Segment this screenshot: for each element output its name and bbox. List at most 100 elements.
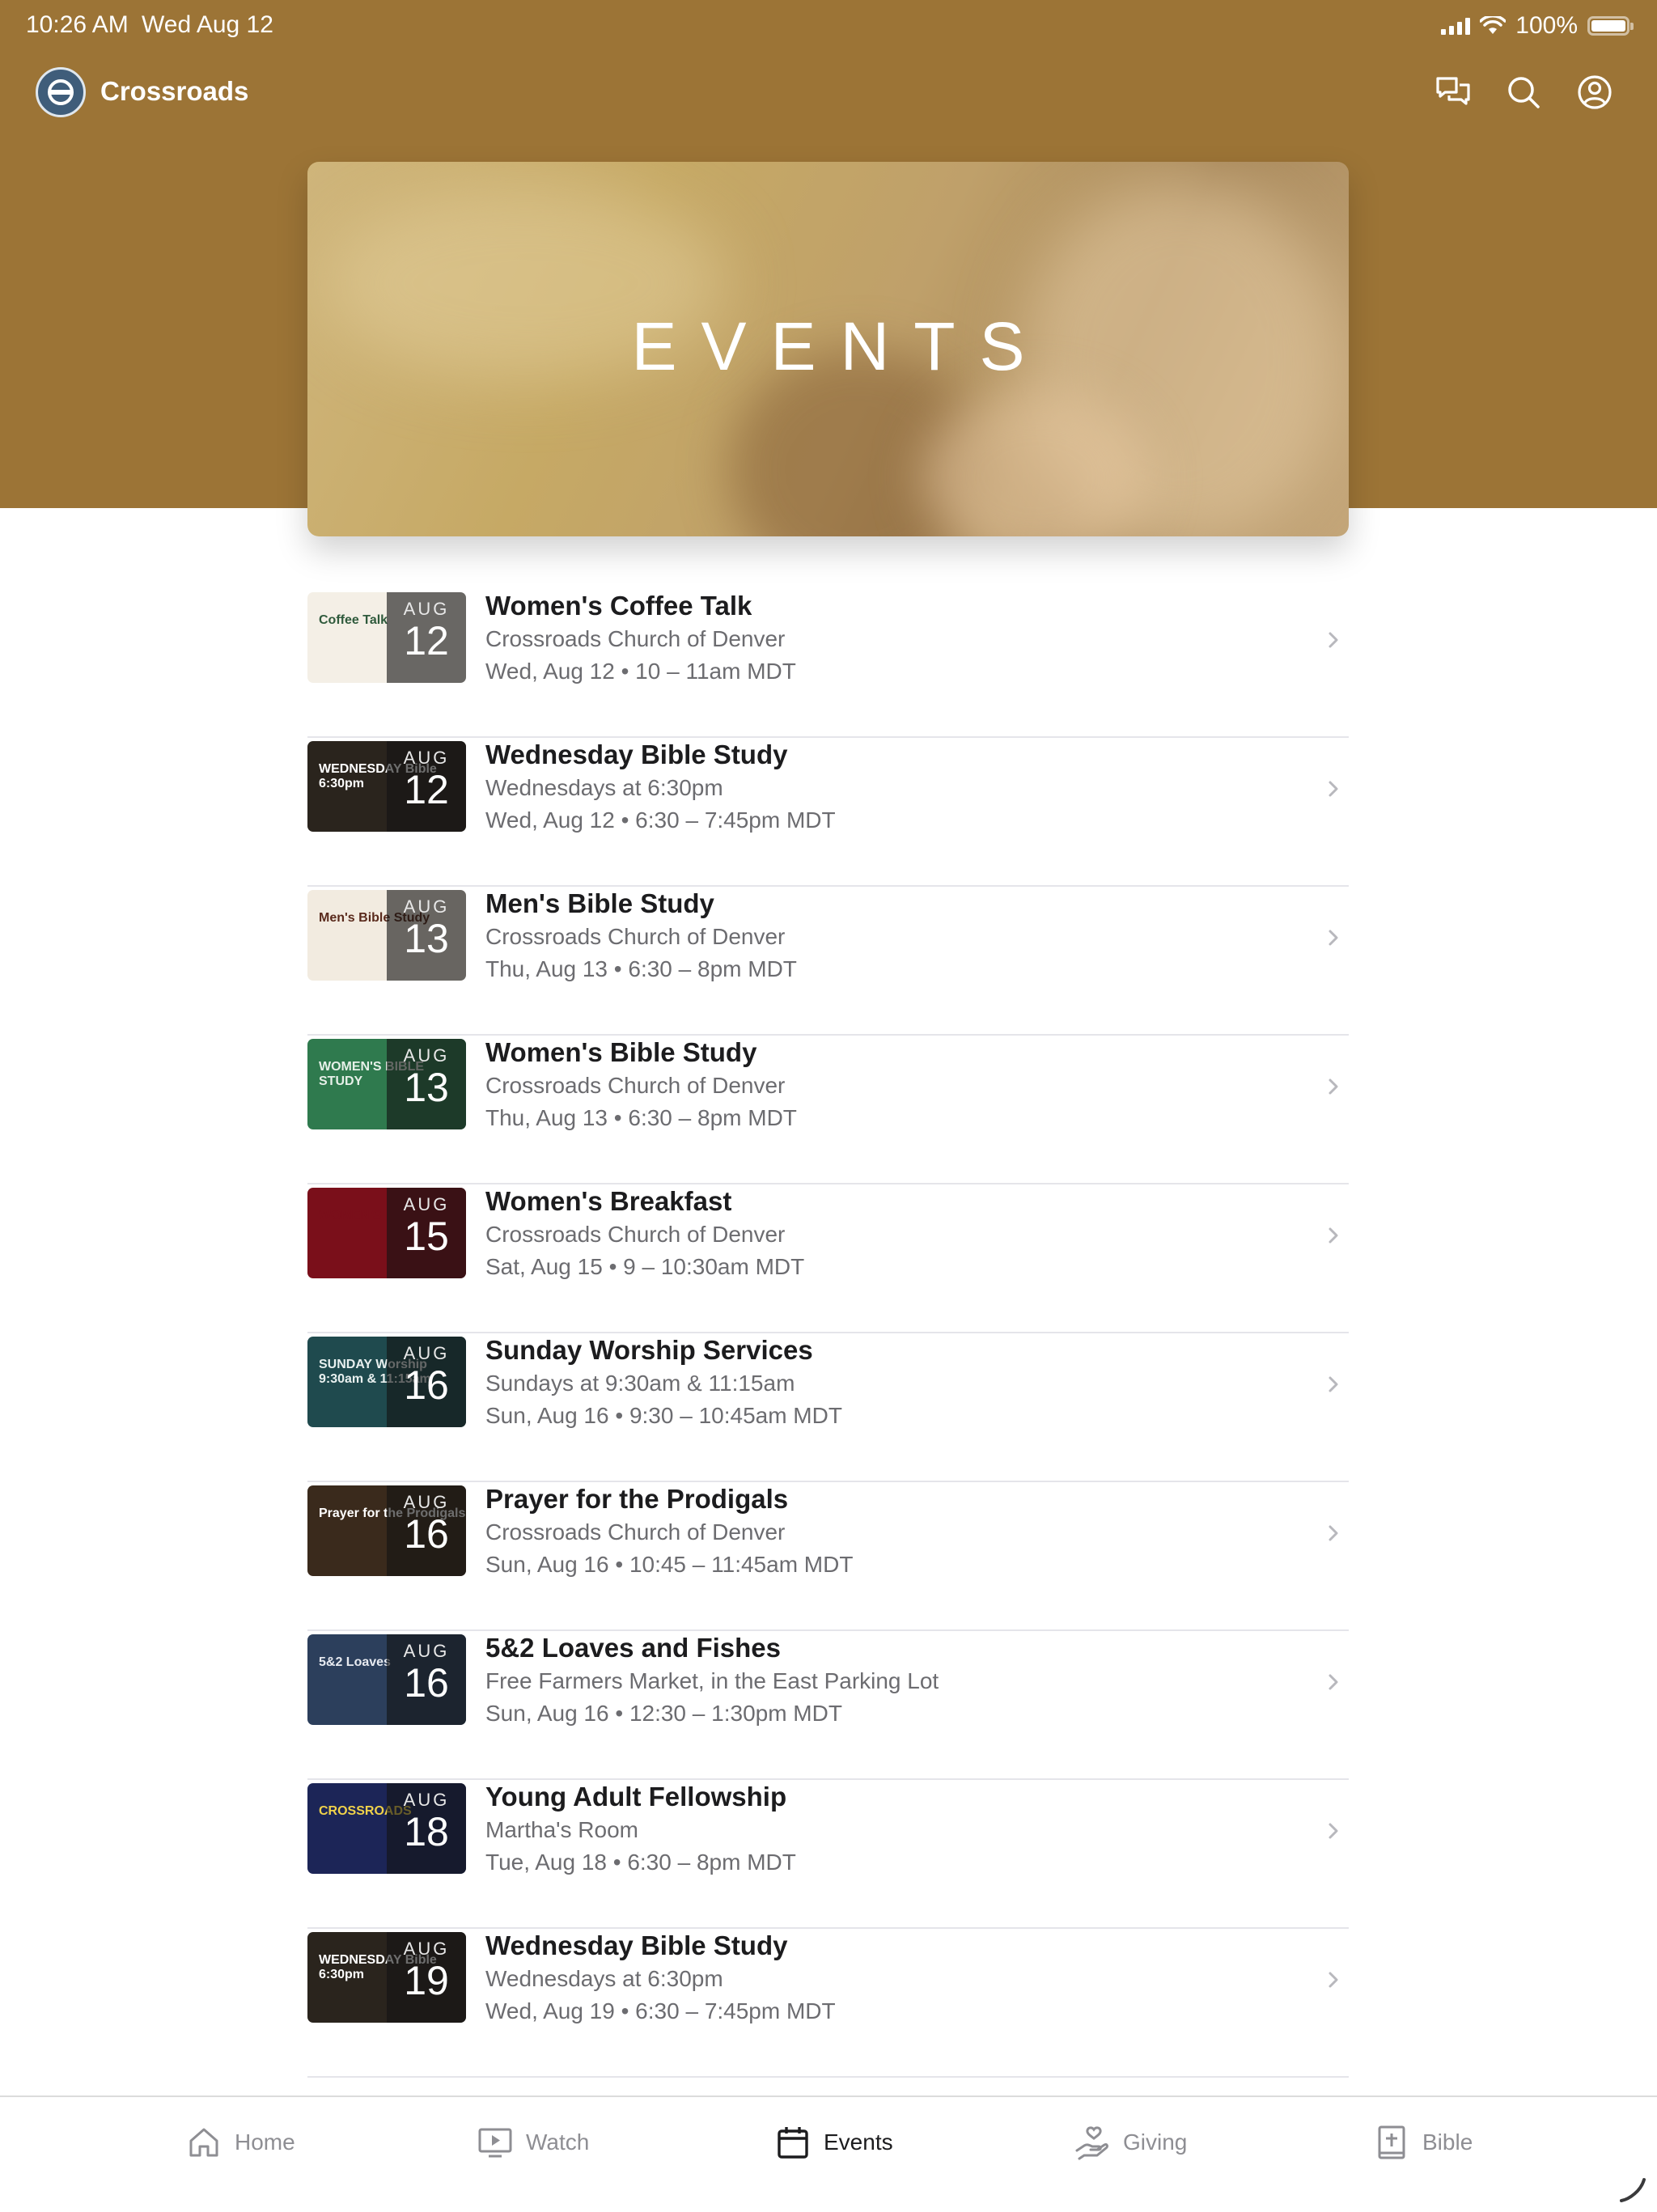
home-icon — [189, 2128, 218, 2157]
date-day: 12 — [404, 767, 449, 812]
top-navigation: Crossroads — [0, 61, 1657, 123]
event-time: Thu, Aug 13 • 6:30 – 8pm MDT — [485, 1105, 797, 1130]
event-thumbnail: Men's Bible Study AUG 13 — [307, 890, 466, 981]
chevron-right-icon — [1329, 1823, 1338, 1839]
date-day: 16 — [404, 1362, 449, 1408]
date-month: AUG — [403, 1194, 450, 1214]
tab-label: Home — [235, 2129, 295, 2155]
event-row[interactable]: WOMEN'S BREAKFAST AUG 15 Women's Breakfa… — [307, 1184, 1349, 1333]
date-badge: AUG 15 — [387, 1188, 466, 1278]
resize-handle-icon — [1620, 2178, 1646, 2202]
chevron-right-icon — [1329, 1078, 1338, 1095]
event-row[interactable]: CROSSROADS AUG 18 Young Adult Fellowship… — [307, 1780, 1349, 1929]
date-badge: AUG 12 — [387, 592, 466, 683]
date-badge: AUG 16 — [387, 1485, 466, 1576]
watch-icon — [478, 2128, 512, 2158]
event-time: Wed, Aug 12 • 10 – 11am MDT — [485, 659, 796, 684]
date-month: AUG — [403, 1492, 450, 1512]
date-badge: AUG 13 — [387, 890, 466, 981]
date-month: AUG — [403, 896, 450, 917]
events-hero-banner: EVENTS — [307, 162, 1349, 536]
date-badge: AUG 16 — [387, 1337, 466, 1427]
event-thumbnail: Coffee Talk AUG 12 — [307, 592, 466, 683]
event-subtitle: Wednesdays at 6:30pm — [485, 775, 723, 800]
event-time: Sun, Aug 16 • 10:45 – 11:45am MDT — [485, 1552, 854, 1577]
thumbnail-text: 5&2 Loaves — [319, 1655, 391, 1669]
tab-bar: Home Watch Events Giving Bible — [0, 2095, 1657, 2212]
tab-label: Events — [824, 2129, 893, 2155]
tab-watch[interactable]: Watch — [477, 2120, 589, 2165]
status-indicators: 100% — [1441, 11, 1634, 40]
date-day: 16 — [404, 1660, 449, 1706]
chevron-right-icon — [1329, 1376, 1338, 1392]
date-month: AUG — [403, 1343, 450, 1363]
event-time: Thu, Aug 13 • 6:30 – 8pm MDT — [485, 956, 797, 981]
event-thumbnail: Prayer for the Prodigals AUG 16 — [307, 1485, 466, 1576]
event-row[interactable]: WEDNESDAY Bible 6:30pm AUG 19 Wednesday … — [307, 1929, 1349, 2078]
event-thumbnail: WEDNESDAY Bible 6:30pm AUG 19 — [307, 1932, 466, 2023]
battery-icon — [1587, 16, 1634, 36]
date-day: 13 — [404, 1065, 449, 1110]
event-thumbnail: CROSSROADS AUG 18 — [307, 1783, 466, 1874]
events-list: Coffee Talk AUG 12 Women's Coffee Talk C… — [307, 589, 1349, 2151]
date-day: 13 — [404, 916, 449, 961]
hero-title: EVENTS — [631, 308, 1049, 384]
event-subtitle: Free Farmers Market, in the East Parking… — [485, 1668, 939, 1693]
tab-giving[interactable]: Giving — [1074, 2120, 1187, 2165]
status-date: Wed Aug 12 — [142, 11, 273, 38]
event-time: Sun, Aug 16 • 12:30 – 1:30pm MDT — [485, 1701, 842, 1726]
date-badge: AUG 18 — [387, 1783, 466, 1874]
date-day: 16 — [404, 1511, 449, 1557]
event-row[interactable]: 5&2 Loaves AUG 16 5&2 Loaves and Fishes … — [307, 1631, 1349, 1780]
event-subtitle: Crossroads Church of Denver — [485, 1073, 786, 1098]
search-icon[interactable] — [1504, 73, 1543, 112]
event-title: Women's Bible Study — [485, 1037, 757, 1067]
event-row[interactable]: WOMEN'S BIBLE STUDY AUG 13 Women's Bible… — [307, 1036, 1349, 1184]
chat-icon[interactable] — [1434, 73, 1473, 112]
event-subtitle: Crossroads Church of Denver — [485, 1222, 786, 1247]
date-badge: AUG 19 — [387, 1932, 466, 2023]
event-title: Women's Coffee Talk — [485, 591, 752, 621]
event-subtitle: Martha's Room — [485, 1817, 638, 1842]
date-month: AUG — [403, 748, 450, 768]
tab-events[interactable]: Events — [775, 2120, 893, 2165]
chevron-right-icon — [1329, 930, 1338, 946]
event-subtitle: Crossroads Church of Denver — [485, 924, 786, 949]
event-title: Prayer for the Prodigals — [485, 1484, 789, 1514]
event-time: Tue, Aug 18 • 6:30 – 8pm MDT — [485, 1850, 796, 1875]
church-logo[interactable] — [36, 67, 86, 117]
chevron-right-icon — [1329, 632, 1338, 648]
event-thumbnail: SUNDAY Worship 9:30am & 11:15am AUG 16 — [307, 1337, 466, 1427]
event-row[interactable]: Men's Bible Study AUG 13 Men's Bible Stu… — [307, 887, 1349, 1036]
date-badge: AUG 13 — [387, 1039, 466, 1129]
event-row[interactable]: SUNDAY Worship 9:30am & 11:15am AUG 16 S… — [307, 1333, 1349, 1482]
event-row[interactable]: WEDNESDAY Bible 6:30pm AUG 12 Wednesday … — [307, 738, 1349, 887]
event-time: Sat, Aug 15 • 9 – 10:30am MDT — [485, 1254, 805, 1279]
giving-icon — [1075, 2126, 1108, 2160]
event-title: 5&2 Loaves and Fishes — [485, 1633, 781, 1663]
tab-home[interactable]: Home — [186, 2120, 295, 2165]
wifi-icon — [1480, 16, 1507, 34]
event-row[interactable]: Prayer for the Prodigals AUG 16 Prayer f… — [307, 1482, 1349, 1631]
event-subtitle: Crossroads Church of Denver — [485, 626, 786, 651]
date-day: 19 — [404, 1958, 449, 2003]
event-thumbnail: WOMEN'S BREAKFAST AUG 15 — [307, 1188, 466, 1278]
date-badge: AUG 16 — [387, 1634, 466, 1725]
date-month: AUG — [403, 1045, 450, 1066]
thumbnail-text: Coffee Talk — [319, 613, 388, 627]
date-badge: AUG 12 — [387, 741, 466, 832]
chevron-right-icon — [1329, 1227, 1338, 1244]
profile-icon[interactable] — [1575, 73, 1614, 112]
event-row[interactable]: Coffee Talk AUG 12 Women's Coffee Talk C… — [307, 589, 1349, 738]
date-month: AUG — [403, 1790, 450, 1810]
chevron-right-icon — [1329, 1525, 1338, 1541]
event-time: Sun, Aug 16 • 9:30 – 10:45am MDT — [485, 1403, 842, 1428]
chevron-right-icon — [1329, 1674, 1338, 1690]
church-name[interactable]: Crossroads — [100, 76, 248, 107]
event-subtitle: Sundays at 9:30am & 11:15am — [485, 1371, 795, 1396]
tab-label: Bible — [1422, 2129, 1473, 2155]
chevron-right-icon — [1329, 781, 1338, 797]
tab-bible[interactable]: Bible — [1374, 2120, 1473, 2165]
chevron-right-icon — [1329, 1972, 1338, 1988]
event-title: Women's Breakfast — [485, 1186, 732, 1216]
